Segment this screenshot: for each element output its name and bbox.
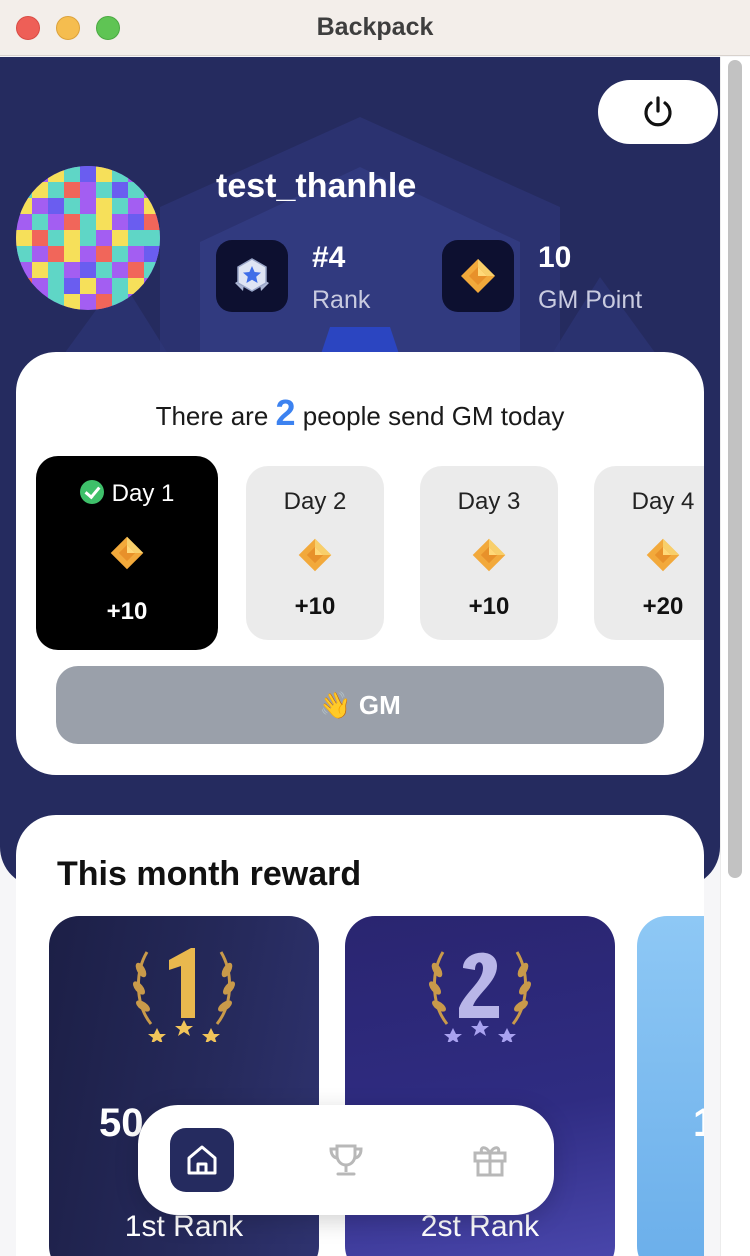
day-card-2[interactable]: Day 2 +10 bbox=[246, 466, 384, 640]
day-label: Day 1 bbox=[36, 480, 218, 508]
day-card-4[interactable]: Day 4 +20 bbox=[594, 466, 704, 640]
rank-1-amount: 50 bbox=[99, 1101, 144, 1145]
monthly-reward-title: This month reward bbox=[57, 855, 362, 893]
gm-card: There are 2 people send GM today Day 1 +… bbox=[16, 352, 704, 775]
day-3-points: +10 bbox=[468, 593, 510, 620]
nav-rewards-button[interactable] bbox=[458, 1128, 522, 1192]
home-icon bbox=[187, 1145, 217, 1175]
rank-value: #4 bbox=[312, 241, 346, 274]
gem-icon bbox=[298, 538, 332, 572]
check-circle-icon bbox=[79, 480, 104, 504]
day-1-label: Day 1 bbox=[111, 480, 175, 507]
window-title: Backpack bbox=[316, 13, 434, 41]
gm-headline-suffix: people send GM today bbox=[302, 401, 565, 431]
day-4-points: +20 bbox=[642, 593, 684, 620]
nav-home-button[interactable] bbox=[170, 1128, 234, 1192]
title-bar: Backpack bbox=[0, 0, 750, 56]
day-3-label: Day 3 bbox=[457, 488, 521, 515]
gm-headline-prefix: There are bbox=[155, 401, 269, 431]
gm-point-value: 10 bbox=[538, 241, 572, 274]
power-icon bbox=[644, 96, 672, 127]
rank-badge bbox=[216, 240, 288, 312]
username: test_thanhle bbox=[216, 167, 417, 205]
logout-button[interactable] bbox=[598, 80, 718, 144]
avatar-identicon bbox=[16, 166, 160, 310]
gem-icon bbox=[646, 538, 680, 572]
scrollbar-thumb[interactable] bbox=[728, 60, 742, 878]
second-place-laurel-icon bbox=[429, 951, 531, 1042]
gift-icon bbox=[473, 1146, 507, 1177]
main-content[interactable]: test_thanhle #4 Rank 10 GM Point There a… bbox=[0, 57, 720, 1256]
star-badge-icon bbox=[235, 258, 269, 292]
trophy-icon bbox=[329, 1144, 363, 1176]
gem-icon bbox=[110, 536, 144, 570]
rank-3-amount: 1 bbox=[693, 1101, 704, 1146]
first-place-laurel-icon bbox=[133, 948, 235, 1042]
send-gm-button[interactable]: 👋 GM bbox=[56, 666, 664, 744]
rank-label: Rank bbox=[312, 286, 371, 314]
gm-point-label: GM Point bbox=[538, 286, 643, 314]
avatar[interactable] bbox=[16, 166, 160, 310]
bottom-navigation bbox=[138, 1105, 554, 1215]
app-window: Backpack test_thanhle #4 Rank 10 GM Poin… bbox=[0, 0, 750, 1256]
day-1-points: +10 bbox=[106, 598, 148, 625]
gem-icon bbox=[472, 538, 506, 572]
gem-icon bbox=[461, 259, 495, 293]
day-4-label: Day 4 bbox=[631, 488, 695, 515]
gm-point-badge bbox=[442, 240, 514, 312]
rank-reward-card-3[interactable]: 1 bbox=[637, 916, 704, 1256]
day-card-1[interactable]: Day 1 +10 bbox=[36, 456, 218, 650]
gm-headline: There are 2 people send GM today bbox=[16, 392, 704, 434]
day-card-3[interactable]: Day 3 +10 bbox=[420, 466, 558, 640]
day-2-points: +10 bbox=[294, 593, 336, 620]
gm-count: 2 bbox=[275, 392, 296, 433]
day-2-label: Day 2 bbox=[283, 488, 347, 515]
nav-leaderboard-button[interactable] bbox=[314, 1128, 378, 1192]
rank-1-name: 1st Rank bbox=[124, 1210, 244, 1243]
rank-2-name: 2st Rank bbox=[420, 1210, 540, 1243]
